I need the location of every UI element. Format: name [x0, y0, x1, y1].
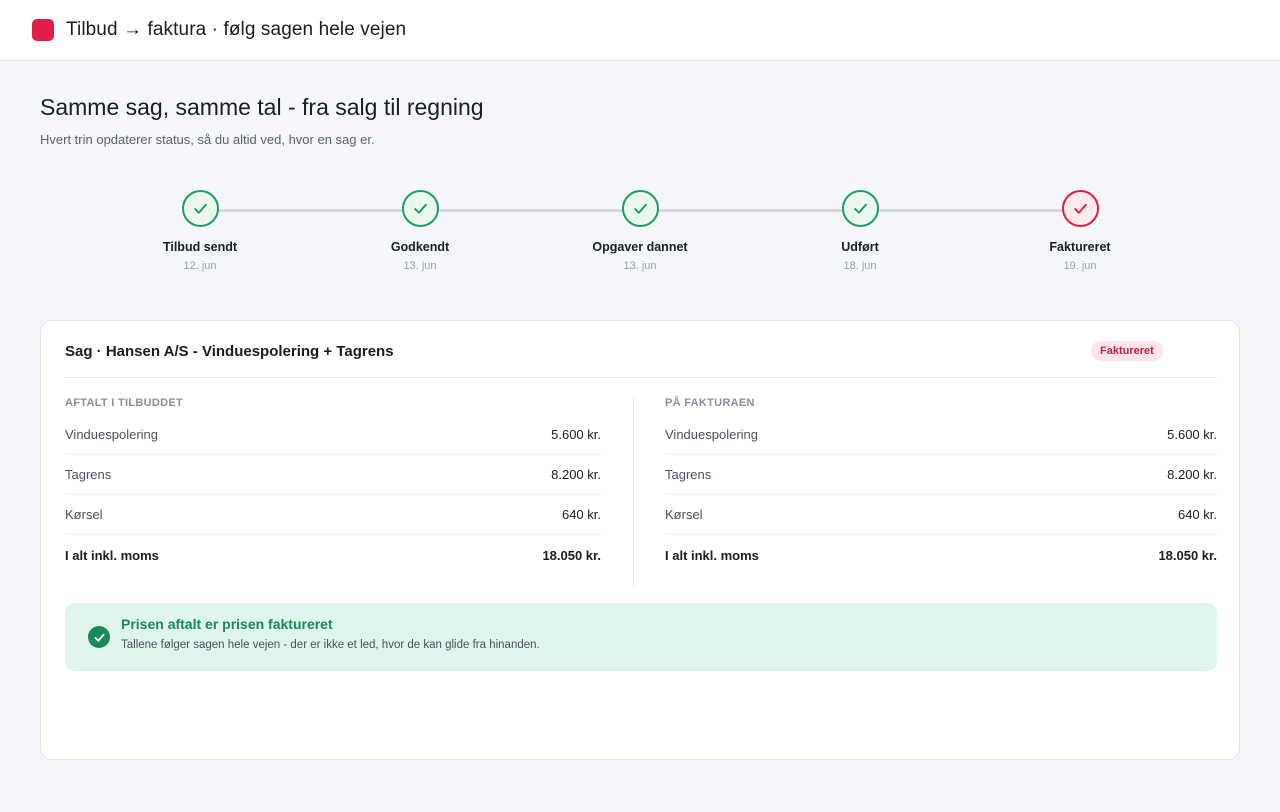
total-amount: 18.050 kr. — [542, 547, 601, 563]
step-faktureret: Faktureret 19. jun — [1000, 190, 1160, 272]
match-notice: Prisen aftalt er prisen faktureret Talle… — [65, 603, 1217, 671]
step-godkendt: Godkendt 13. jun — [340, 190, 500, 272]
line-item: Vinduespolering 5.600 kr. — [665, 415, 1217, 455]
page-subtitle: Hvert trin opdaterer status, så du altid… — [40, 132, 375, 147]
line-amount: 640 kr. — [561, 507, 601, 522]
line-amount: 8.200 kr. — [1167, 467, 1217, 482]
top-bar: Tilbud → faktura · følg sagen hele vejen — [0, 0, 1280, 61]
step-tilbud-sendt: Tilbud sendt 12. jun — [120, 190, 280, 272]
step-date: 13. jun — [403, 260, 437, 272]
line-amount: 5.600 kr. — [1167, 427, 1217, 442]
case-title: Sag · Hansen A/S - Vinduespolering + Tag… — [65, 343, 394, 360]
brand-logo-icon — [32, 19, 54, 41]
line-name: Tagrens — [65, 467, 112, 482]
step-date: 18. jun — [843, 260, 877, 272]
line-item: Tagrens 8.200 kr. — [65, 455, 601, 495]
line-item: Kørsel 640 kr. — [665, 495, 1217, 535]
check-icon — [401, 190, 439, 227]
step-date: 12. jun — [183, 260, 217, 272]
offer-column: AFTALT I TILBUDDET Vinduespolering 5.600… — [65, 397, 601, 575]
total-row: I alt inkl. moms 18.050 kr. — [65, 535, 601, 575]
step-label: Faktureret — [1049, 240, 1111, 254]
line-name: Vinduespolering — [665, 427, 758, 442]
total-label: I alt inkl. moms — [65, 547, 159, 563]
line-item: Tagrens 8.200 kr. — [665, 455, 1217, 495]
case-card: Sag · Hansen A/S - Vinduespolering + Tag… — [40, 320, 1240, 760]
step-label: Udført — [841, 240, 879, 254]
line-name: Kørsel — [665, 507, 703, 522]
line-amount: 5.600 kr. — [551, 427, 601, 442]
line-name: Tagrens — [665, 467, 712, 482]
status-stepper: Tilbud sendt 12. jun Godkendt 13. jun Op… — [0, 190, 1280, 290]
line-item: Kørsel 640 kr. — [65, 495, 601, 535]
check-icon — [841, 190, 879, 227]
app-title: Tilbud → faktura · følg sagen hele vejen — [66, 19, 407, 40]
offer-heading: AFTALT I TILBUDDET — [65, 397, 184, 409]
card-divider — [65, 377, 1217, 378]
step-label: Opgaver dannet — [592, 240, 688, 254]
total-amount: 18.050 kr. — [1158, 547, 1217, 563]
line-amount: 640 kr. — [1177, 507, 1217, 522]
invoice-heading: PÅ FAKTURAEN — [665, 397, 755, 409]
page-title: Samme sag, samme tal - fra salg til regn… — [40, 94, 484, 120]
check-icon — [1061, 190, 1099, 227]
notice-title: Prisen aftalt er prisen faktureret — [121, 616, 333, 632]
check-circle-icon — [88, 626, 110, 648]
step-date: 13. jun — [623, 260, 657, 272]
invoice-column: PÅ FAKTURAEN Vinduespolering 5.600 kr. T… — [665, 397, 1217, 575]
total-row: I alt inkl. moms 18.050 kr. — [665, 535, 1217, 575]
line-name: Vinduespolering — [65, 427, 158, 442]
check-icon — [621, 190, 659, 227]
check-icon — [181, 190, 219, 227]
total-label: I alt inkl. moms — [665, 547, 759, 563]
column-divider — [633, 397, 634, 587]
line-amount: 8.200 kr. — [551, 467, 601, 482]
step-date: 19. jun — [1063, 260, 1097, 272]
step-label: Godkendt — [390, 240, 450, 254]
line-item: Vinduespolering 5.600 kr. — [65, 415, 601, 455]
step-label: Tilbud sendt — [162, 240, 238, 254]
line-name: Kørsel — [65, 507, 103, 522]
step-udfoert: Udført 18. jun — [780, 190, 940, 272]
status-badge: Faktureret — [1091, 341, 1163, 361]
step-opgaver-dannet: Opgaver dannet 13. jun — [560, 190, 720, 272]
notice-text: Tallene følger sagen hele vejen - der er… — [121, 639, 540, 651]
